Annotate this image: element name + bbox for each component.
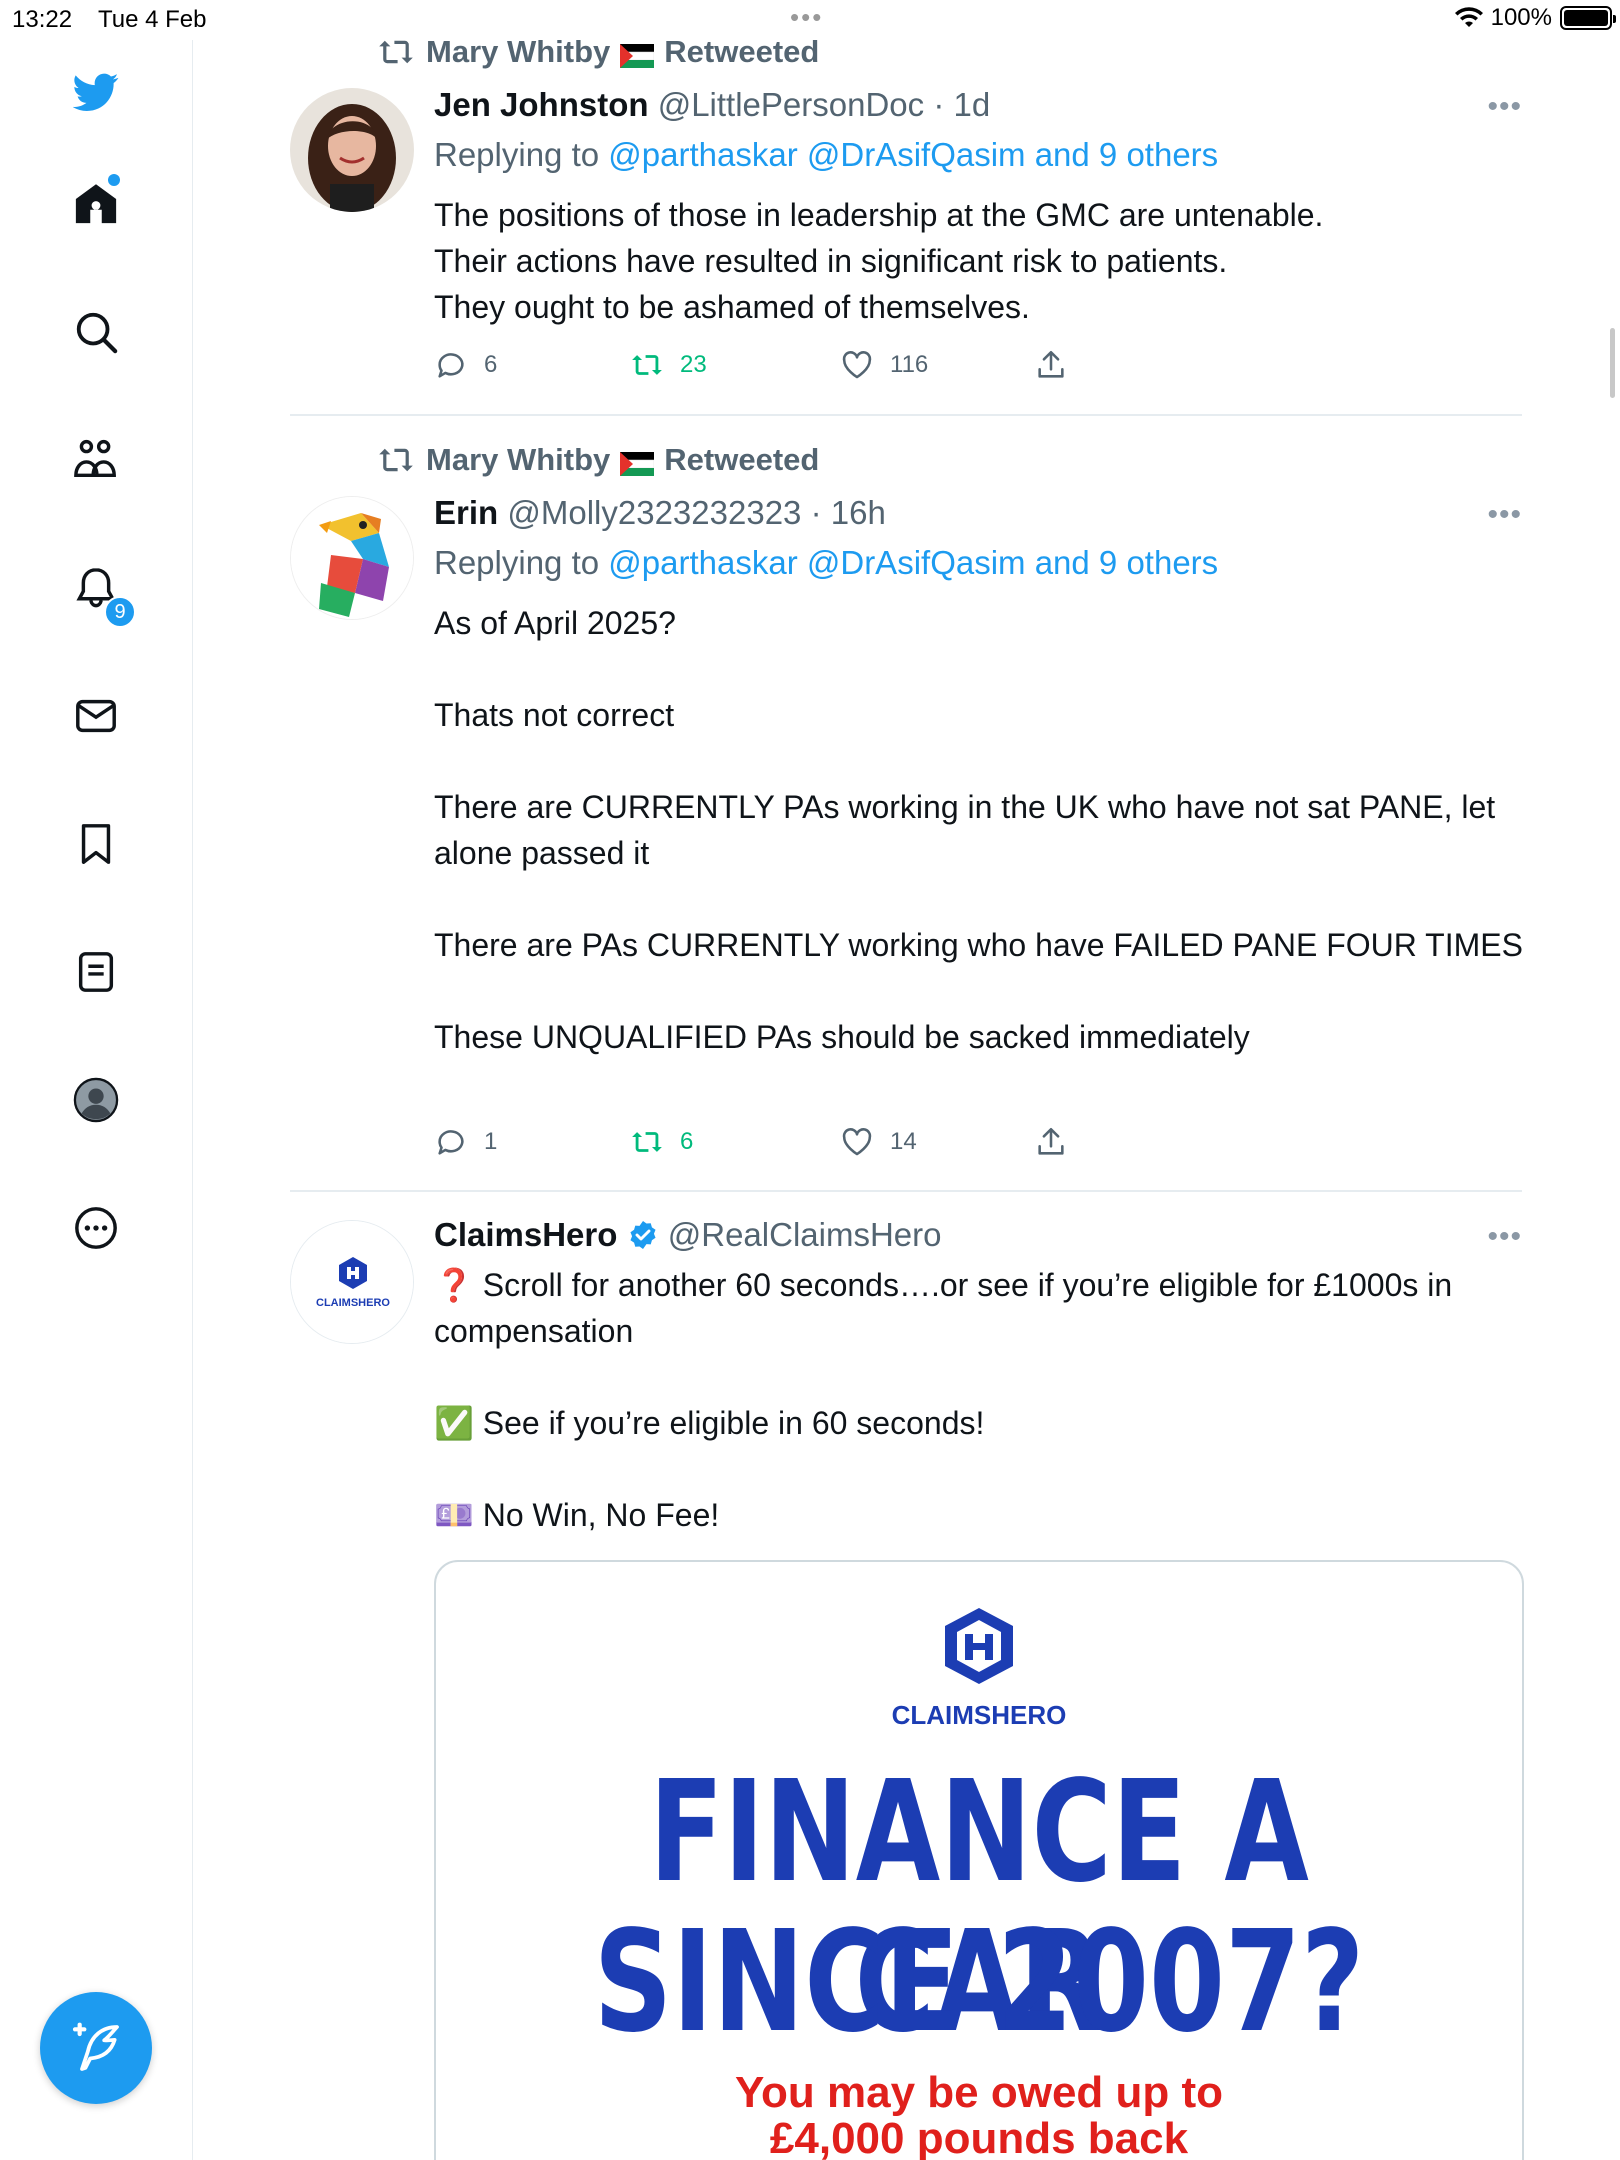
- more-options-icon[interactable]: •••: [1487, 90, 1522, 124]
- share-icon: [1038, 1127, 1064, 1155]
- profile-icon[interactable]: [70, 1074, 122, 1126]
- reply-count: 6: [484, 351, 498, 378]
- like-button[interactable]: 14: [840, 1125, 917, 1159]
- palestine-flag-icon: [620, 448, 655, 476]
- tweet-header: Jen Johnston @LittlePersonDoc · 1d: [434, 86, 990, 124]
- status-date: Tue 4 Feb: [98, 6, 207, 33]
- retweet-icon: [379, 448, 413, 472]
- retweet-label: Retweeted: [664, 34, 820, 69]
- heart-icon: [842, 1128, 872, 1156]
- tweet[interactable]: Mary Whitby Retweeted Jen Johnston @Litt…: [290, 34, 1522, 416]
- share-button[interactable]: [1034, 348, 1068, 382]
- home-unread-dot: [108, 174, 120, 186]
- tweet-text-content: The positions of those in leadership at …: [434, 197, 1324, 325]
- claimshero-logo-icon: [945, 1608, 1013, 1684]
- sidebar: 9: [0, 40, 193, 2160]
- compose-icon: [72, 2022, 119, 2071]
- retweet-count: 6: [680, 1128, 694, 1155]
- ad-media-card[interactable]: CLAIMSHERO FINANCE A CAR SINCE 2007? You…: [434, 1560, 1524, 2160]
- tweet-header: ClaimsHero @RealClaimsHero: [434, 1216, 941, 1254]
- display-name[interactable]: ClaimsHero: [434, 1216, 617, 1253]
- share-button[interactable]: [1034, 1125, 1068, 1159]
- status-time: 13:22: [12, 6, 73, 33]
- reply-icon: [438, 1130, 464, 1155]
- retweeted-by[interactable]: Mary Whitby: [426, 34, 610, 70]
- bookmarks-icon[interactable]: [70, 818, 122, 870]
- tweet-time[interactable]: · 1d: [933, 86, 990, 123]
- wifi-icon: [1454, 7, 1483, 27]
- reply-icon: [438, 353, 464, 378]
- reply-button[interactable]: 6: [434, 348, 497, 382]
- card-headline-line2: SINCE 2007?: [593, 1901, 1365, 2064]
- retweet-icon: [379, 40, 413, 64]
- card-subline2: £4,000 pounds back: [769, 2114, 1189, 2160]
- like-count: 116: [890, 351, 929, 378]
- card-subline1: You may be owed up to: [734, 2068, 1224, 2117]
- heart-icon: [842, 351, 872, 379]
- retweet-icon: [632, 355, 662, 375]
- replying-to: Replying to @parthaskar @DrAsifQasim and…: [434, 544, 1218, 582]
- lists-icon[interactable]: [70, 946, 122, 998]
- user-handle[interactable]: @LittlePersonDoc: [658, 86, 924, 123]
- avatar[interactable]: [290, 496, 414, 620]
- search-icon[interactable]: [70, 306, 122, 358]
- retweet-label: Retweeted: [664, 442, 820, 477]
- avatar[interactable]: [290, 88, 414, 212]
- communities-icon[interactable]: [70, 434, 122, 486]
- tweet-text-content: ❓ Scroll for another 60 seconds….or see …: [434, 1267, 1453, 1533]
- retweet-icon: [632, 1132, 662, 1152]
- user-handle[interactable]: @RealClaimsHero: [668, 1216, 942, 1253]
- messages-icon[interactable]: [70, 690, 122, 742]
- more-options-icon[interactable]: •••: [1487, 498, 1522, 532]
- like-count: 14: [890, 1128, 917, 1155]
- tweet-text: The positions of those in leadership at …: [434, 192, 1524, 330]
- share-icon: [1038, 350, 1064, 378]
- tweet[interactable]: CLAIMSHERO ClaimsHero @RealClaimsHero ••…: [290, 1212, 1524, 2160]
- tweet-actions: 1 6 14: [434, 1125, 1074, 1165]
- retweet-button[interactable]: 6: [630, 1125, 693, 1159]
- replying-to-users[interactable]: @parthaskar @DrAsifQasim and 9 others: [608, 136, 1218, 173]
- reply-count: 1: [484, 1128, 498, 1155]
- avatar[interactable]: CLAIMSHERO: [290, 1220, 414, 1344]
- verified-badge-icon: [630, 1221, 656, 1249]
- notifications-badge: 9: [104, 596, 136, 628]
- tweet-text: ❓ Scroll for another 60 seconds….or see …: [434, 1262, 1524, 1538]
- replying-to-users[interactable]: @parthaskar @DrAsifQasim and 9 others: [608, 544, 1218, 581]
- replying-to-label: Replying to: [434, 544, 600, 581]
- more-icon[interactable]: [70, 1202, 122, 1254]
- replying-to-label: Replying to: [434, 136, 600, 173]
- more-options-icon[interactable]: •••: [1487, 1220, 1522, 1254]
- reply-button[interactable]: 1: [434, 1125, 497, 1159]
- status-right: 100%: [1454, 4, 1616, 32]
- display-name[interactable]: Erin: [434, 494, 498, 531]
- scroll-indicator[interactable]: [1610, 328, 1615, 398]
- twitter-logo-icon[interactable]: [70, 66, 122, 118]
- display-name[interactable]: Jen Johnston: [434, 86, 649, 123]
- tweet[interactable]: Mary Whitby Retweeted Erin @Molly2323232…: [290, 442, 1524, 1192]
- retweet-context: Mary Whitby Retweeted: [376, 442, 819, 478]
- compose-button[interactable]: [40, 1992, 152, 2104]
- retweet-context: Mary Whitby Retweeted: [376, 34, 819, 70]
- retweeted-by[interactable]: Mary Whitby: [426, 442, 610, 478]
- palestine-flag-icon: [620, 40, 655, 68]
- tweet-actions: 6 23 116: [434, 348, 1074, 388]
- replying-to: Replying to @parthaskar @DrAsifQasim and…: [434, 136, 1218, 174]
- tweet-text: As of April 2025? Thats not correct Ther…: [434, 600, 1524, 1060]
- tweet-time[interactable]: · 16h: [811, 494, 886, 531]
- battery-percent: 100%: [1490, 4, 1552, 31]
- battery-icon: [1560, 6, 1616, 30]
- tweet-text-content: As of April 2025? Thats not correct Ther…: [434, 605, 1523, 1055]
- multitasking-dots-icon[interactable]: •••: [790, 2, 823, 33]
- tweet-header: Erin @Molly2323232323 · 16h: [434, 494, 886, 532]
- card-brand: CLAIMSHERO: [891, 1700, 1067, 1730]
- retweet-count: 23: [680, 351, 707, 378]
- like-button[interactable]: 116: [840, 348, 928, 382]
- avatar-brand-text: CLAIMSHERO: [316, 1297, 390, 1309]
- user-handle[interactable]: @Molly2323232323: [507, 494, 801, 531]
- retweet-button[interactable]: 23: [630, 348, 707, 382]
